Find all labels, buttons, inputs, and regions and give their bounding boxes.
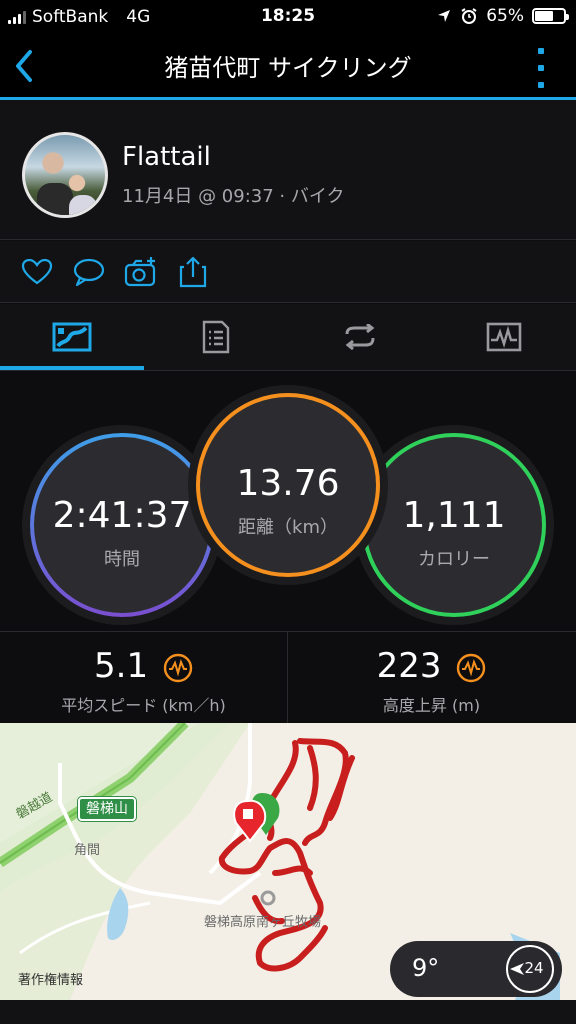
avg-speed-value: 5.1 bbox=[94, 646, 149, 686]
status-bar: SoftBank 4G 18:25 65% bbox=[0, 0, 576, 34]
map-road-sign: 磐梯山 bbox=[78, 797, 136, 821]
action-bar bbox=[0, 241, 576, 303]
share-icon[interactable] bbox=[176, 255, 210, 289]
activity-trend-icon bbox=[457, 653, 486, 682]
tab-charts[interactable] bbox=[432, 304, 576, 370]
bottom-section bbox=[0, 1000, 576, 1024]
activity-owner: Flattail 11月4日 @ 09:37 · バイク bbox=[0, 100, 576, 240]
elevation-value-row: 223 bbox=[288, 646, 575, 686]
elevation-gain-label: 高度上昇 (m) bbox=[382, 696, 481, 715]
tab-laps[interactable] bbox=[288, 304, 432, 370]
user-name[interactable]: Flattail bbox=[122, 142, 211, 172]
activity-meta: 11月4日 @ 09:37 · バイク bbox=[122, 186, 345, 207]
status-right: 65% bbox=[436, 6, 569, 26]
map-tab-icon bbox=[52, 322, 92, 352]
time-value: 2:41:37 bbox=[52, 495, 192, 536]
elevation-gain-stat[interactable]: 223 高度上昇 (m) bbox=[288, 632, 575, 724]
time-ring: 2:41:37 時間 bbox=[30, 433, 214, 617]
wind-compass-icon: 24 bbox=[506, 945, 554, 993]
map-place-label: 磐梯高原南ヶ丘牧場 bbox=[204, 915, 322, 930]
avg-speed-stat[interactable]: 5.1 平均スピード (km／h) bbox=[0, 632, 287, 724]
activity-tabs bbox=[0, 304, 576, 370]
activity-trend-icon bbox=[163, 653, 193, 682]
elevation-gain-value: 223 bbox=[376, 646, 442, 686]
tab-map[interactable] bbox=[0, 304, 144, 370]
wind-speed: 24 bbox=[524, 959, 544, 977]
tab-details[interactable] bbox=[144, 304, 288, 370]
heart-icon[interactable] bbox=[20, 255, 54, 289]
more-menu-icon[interactable] bbox=[536, 48, 546, 88]
battery-percent: 65% bbox=[486, 6, 524, 26]
calories-ring: 1,111 カロリー bbox=[362, 433, 546, 617]
avatar[interactable] bbox=[22, 132, 108, 218]
calories-value: 1,111 bbox=[402, 495, 506, 536]
stats-row: 5.1 平均スピード (km／h) 223 高度上昇 (m) bbox=[0, 631, 576, 724]
distance-label: 距離（km） bbox=[238, 517, 338, 538]
avg-speed-label: 平均スピード (km／h) bbox=[61, 696, 226, 715]
summary-rings: 2:41:37 時間 1,111 カロリー 13.76 距離（km） bbox=[0, 371, 576, 631]
battery-icon bbox=[532, 8, 569, 24]
distance-value: 13.76 bbox=[236, 463, 340, 504]
time-label: 時間 bbox=[104, 549, 140, 570]
route-map[interactable]: 磐越道 磐梯山 角間 磐梯高原南ヶ丘牧場 著作権情報 9° 24 bbox=[0, 723, 576, 1000]
page-title: 猪苗代町 サイクリング bbox=[164, 54, 412, 82]
location-icon bbox=[438, 10, 451, 22]
avg-speed-value-row: 5.1 bbox=[0, 646, 287, 686]
charts-tab-icon bbox=[486, 322, 522, 352]
comment-icon[interactable] bbox=[72, 255, 106, 289]
details-tab-icon bbox=[202, 320, 230, 354]
nav-bar: 猪苗代町 サイクリング bbox=[0, 34, 576, 98]
distance-ring: 13.76 距離（km） bbox=[196, 393, 380, 577]
weather-widget[interactable]: 9° 24 bbox=[390, 941, 562, 997]
add-photo-icon[interactable] bbox=[124, 255, 158, 289]
map-area-label: 角間 bbox=[74, 843, 101, 858]
laps-tab-icon bbox=[345, 324, 375, 350]
calories-label: カロリー bbox=[418, 549, 490, 570]
map-credit-link[interactable]: 著作権情報 bbox=[18, 969, 83, 988]
alarm-icon bbox=[461, 8, 477, 24]
weather-temp: 9° bbox=[412, 954, 440, 982]
